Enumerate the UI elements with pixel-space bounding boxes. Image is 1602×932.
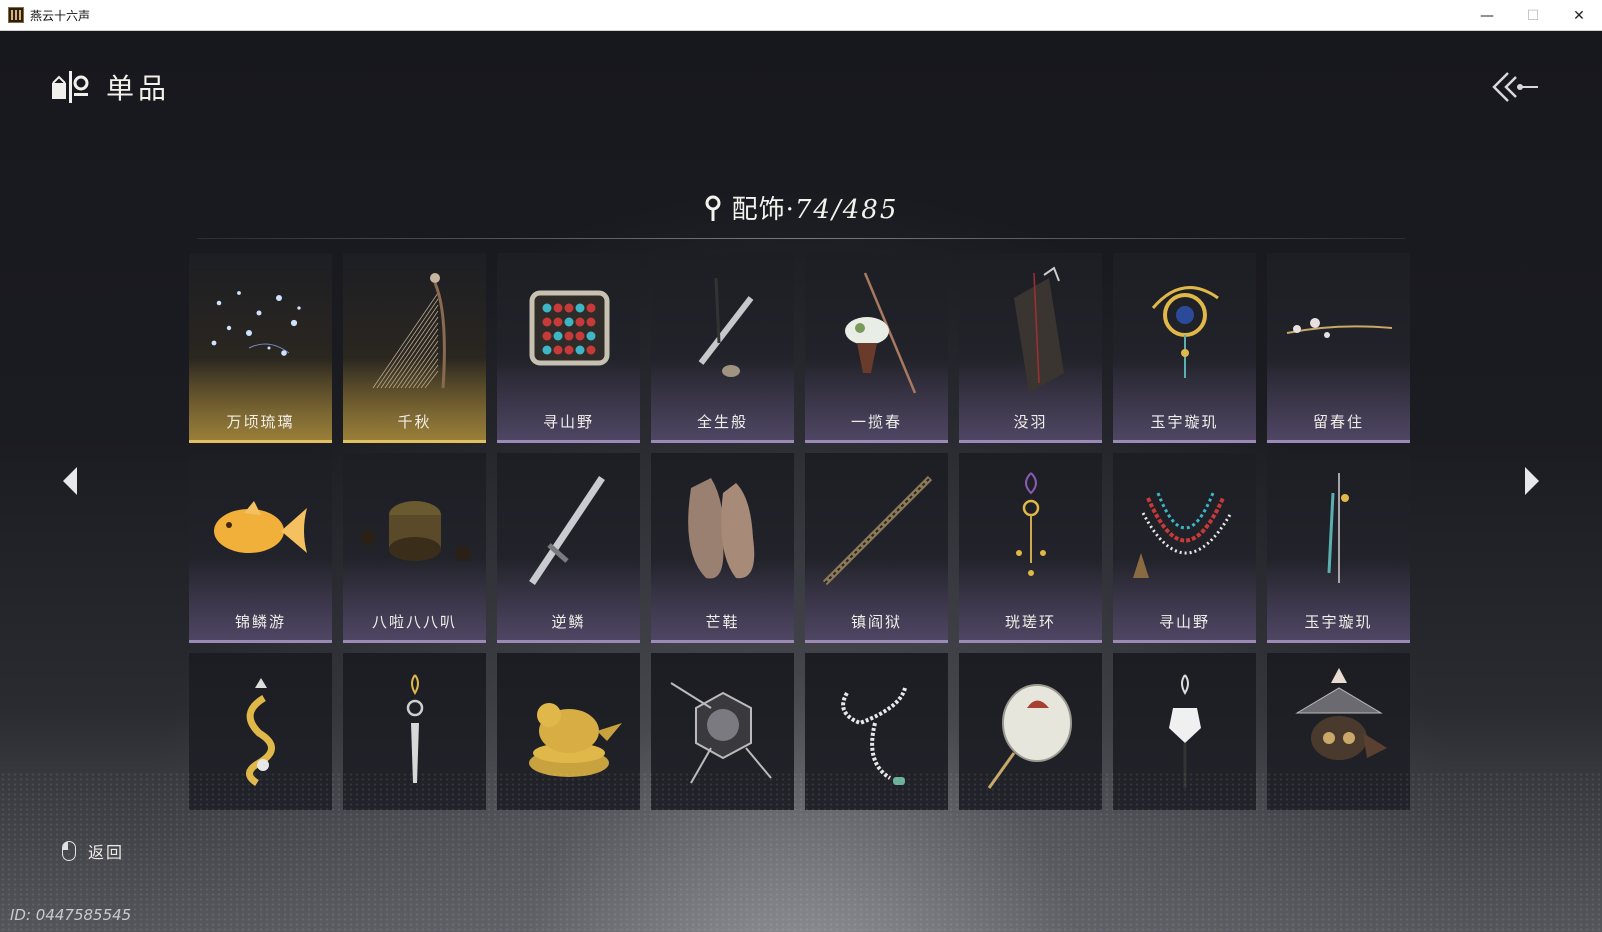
item-card[interactable]: 千秋 (343, 253, 486, 443)
item-card[interactable] (189, 653, 332, 810)
item-card[interactable] (651, 653, 794, 810)
item-label: 玉宇璇玑 (1113, 411, 1256, 432)
item-card[interactable]: 逆鳞 (497, 453, 640, 643)
pin-icon (704, 194, 722, 229)
item-label: 没羽 (959, 411, 1102, 432)
item-image (343, 453, 486, 603)
item-card[interactable]: 玉宇璇玑 (1267, 453, 1410, 643)
section-divider (197, 238, 1405, 239)
item-image (1113, 253, 1256, 403)
item-image (651, 253, 794, 403)
item-card[interactable]: 玉宇璇玑 (1113, 253, 1256, 443)
item-card[interactable]: 一揽春 (805, 253, 948, 443)
item-image (1267, 653, 1410, 810)
user-id: ID: 0447585545 (10, 906, 131, 924)
item-image (1267, 253, 1410, 403)
item-image (959, 453, 1102, 603)
window-title: 燕云十六声 (30, 7, 90, 24)
item-image (959, 253, 1102, 403)
item-image (805, 653, 948, 810)
item-image (497, 653, 640, 810)
item-label: 芒鞋 (651, 611, 794, 632)
item-card[interactable]: 八啦八八叭 (343, 453, 486, 643)
item-label: 万顷琉璃 (189, 411, 332, 432)
section-count: 74/485 (795, 195, 898, 225)
item-label: 玉宇璇玑 (1267, 611, 1410, 632)
item-image (805, 453, 948, 603)
item-card[interactable]: 寻山野 (1113, 453, 1256, 643)
item-image (805, 253, 948, 403)
back-arrow-icon[interactable] (1492, 69, 1540, 105)
window-titlebar: 燕云十六声 — ☐ ✕ (0, 0, 1602, 31)
item-card[interactable]: 万顷琉璃 (189, 253, 332, 443)
item-card[interactable]: 芒鞋 (651, 453, 794, 643)
app-icon (8, 7, 24, 23)
item-card[interactable]: 珖瑳环 (959, 453, 1102, 643)
item-image (651, 453, 794, 603)
footer-back-button[interactable]: 返回 (62, 839, 124, 863)
item-card[interactable] (1267, 653, 1410, 810)
item-card[interactable]: 没羽 (959, 253, 1102, 443)
item-card[interactable] (497, 653, 640, 810)
mouse-icon (62, 841, 76, 861)
item-image (343, 653, 486, 810)
left-arrow-icon[interactable] (55, 461, 85, 501)
item-label: 寻山野 (1113, 611, 1256, 632)
footer-back-label: 返回 (88, 839, 124, 863)
maximize-button[interactable]: ☐ (1510, 0, 1556, 31)
item-card[interactable]: 锦鳞游 (189, 453, 332, 643)
item-image (651, 653, 794, 810)
item-label: 千秋 (343, 411, 486, 432)
item-label: 八啦八八叭 (343, 611, 486, 632)
item-image (497, 253, 640, 403)
item-card[interactable]: 全生般 (651, 253, 794, 443)
item-label: 镇阎狱 (805, 611, 948, 632)
item-grid: 万顷琉璃 千秋 寻山野 全生般 一揽春 没羽 玉宇璇玑 留春住 锦鳞游 八啦八八叭 逆鳞 芒鞋 镇阎狱珖… (189, 253, 1410, 810)
page-title: 单品 (106, 67, 170, 107)
item-card[interactable]: 寻山野 (497, 253, 640, 443)
item-image (189, 453, 332, 603)
item-image (497, 453, 640, 603)
game-viewport: 单品 配饰·74/485 万顷琉璃 千秋 寻山野 全生般 一揽春 没羽 玉宇璇玑 留春住 锦鳞游… (0, 31, 1602, 932)
item-card[interactable] (805, 653, 948, 810)
item-label: 珖瑳环 (959, 611, 1102, 632)
item-label: 一揽春 (805, 411, 948, 432)
section-title: 配饰·74/485 (0, 189, 1602, 229)
item-card[interactable]: 留春住 (1267, 253, 1410, 443)
item-card[interactable] (959, 653, 1102, 810)
close-button[interactable]: ✕ (1556, 0, 1602, 31)
item-image (189, 253, 332, 403)
item-image (189, 653, 332, 810)
item-label: 逆鳞 (497, 611, 640, 632)
item-image (1113, 453, 1256, 603)
right-arrow-icon[interactable] (1517, 461, 1547, 501)
item-card[interactable] (343, 653, 486, 810)
item-label: 寻山野 (497, 411, 640, 432)
item-card[interactable]: 镇阎狱 (805, 453, 948, 643)
window-controls: — ☐ ✕ (1464, 0, 1602, 31)
section-name: 配饰 (732, 195, 786, 225)
item-label: 锦鳞游 (189, 611, 332, 632)
item-label: 留春住 (1267, 411, 1410, 432)
item-image (343, 253, 486, 403)
section-separator: · (786, 195, 795, 225)
item-image (1113, 653, 1256, 810)
item-label: 全生般 (651, 411, 794, 432)
item-image (1267, 453, 1410, 603)
item-card[interactable] (1113, 653, 1256, 810)
minimize-button[interactable]: — (1464, 0, 1510, 31)
item-image (959, 653, 1102, 810)
page-header: 单品 (50, 67, 170, 107)
collection-icon (50, 67, 90, 107)
